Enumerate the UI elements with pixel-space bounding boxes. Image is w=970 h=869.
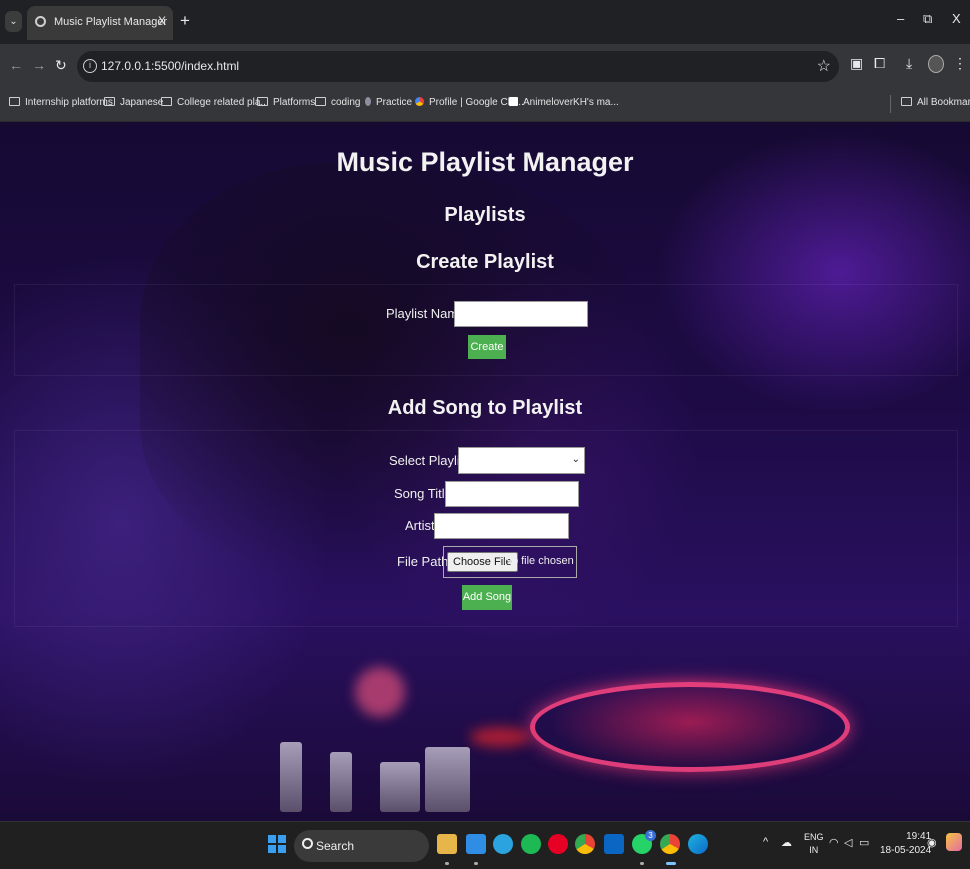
windows-start-icon[interactable] [268,835,286,853]
vscode-icon[interactable] [466,834,486,854]
file-path-input[interactable]: Choose File No file chosen [443,546,577,578]
back-arrow-icon[interactable]: ← [9,57,23,73]
profile-avatar[interactable] [928,55,944,73]
bookmark-star-icon[interactable]: ☆ [817,56,831,76]
create-button[interactable]: Create [468,335,506,359]
playlist-name-input[interactable] [454,301,588,327]
file-explorer-icon[interactable] [437,834,457,854]
tab-search-button[interactable]: ⌄ [5,11,22,32]
minimize-button[interactable]: – [897,11,904,26]
reload-icon[interactable]: ↻ [55,57,67,74]
taskbar-search-label: Search [316,839,355,853]
download-icon[interactable]: ⤓ [906,55,912,72]
bookmarks-divider [890,95,891,113]
url-text[interactable]: 127.0.0.1:5500/index.html [101,59,239,73]
page-content: Music Playlist Manager Playlists Create … [0,122,970,821]
chevron-up-icon[interactable]: ^ [763,836,768,848]
song-title-input[interactable] [445,481,579,507]
folder-icon [257,97,268,106]
globe-icon [35,16,46,27]
google-cloud-icon [415,97,424,106]
bookmark-item[interactable]: Japanese [104,97,163,108]
taskbar-search[interactable]: Search [294,830,429,862]
no-file-text: No file chosen [504,555,574,567]
volume-icon[interactable]: ◁ [844,836,852,849]
chevron-down-icon: ⌄ [571,454,580,465]
running-indicator [474,862,478,865]
wifi-icon[interactable]: ◠ [829,836,839,849]
bookmark-item[interactable]: Platforms [257,97,315,108]
menu-kebab-icon[interactable]: ⋮ [953,55,967,72]
new-tab-button[interactable]: + [180,11,190,31]
bookmark-item[interactable]: coding [315,97,360,108]
forward-arrow-icon[interactable]: → [32,57,46,73]
windows-taskbar: Search 3 ^ ☁ ENG IN ◠ ◁ ▭ 19:41 18-05-20… [0,821,970,869]
bookmark-item[interactable]: College related pla... [161,97,269,108]
clock[interactable]: 19:41 18-05-2024 [880,830,931,858]
tab-close-button[interactable]: X [158,14,166,28]
bookmarks-bar: Internship platforms Japanese College re… [0,88,970,122]
linkedin-icon[interactable] [604,834,624,854]
edge-icon[interactable] [688,834,708,854]
artist-input[interactable] [434,513,569,539]
battery-icon[interactable]: ▭ [859,836,869,849]
spotify-icon[interactable] [521,834,541,854]
create-playlist-section [14,284,958,376]
language-indicator[interactable]: ENG IN [804,831,824,857]
add-song-heading: Add Song to Playlist [387,397,583,419]
all-bookmarks[interactable]: All Bookmarks [901,97,970,108]
browser-tabstrip: ⌄ Music Playlist Manager X + – ⧉ X [0,0,970,44]
folder-icon [104,97,115,106]
folder-icon [161,97,172,106]
folder-icon [315,97,326,106]
tab-title: Music Playlist Manager [54,16,168,28]
bookmark-item[interactable]: Profile | Google Clo... [415,97,524,108]
bookmark-item[interactable]: Practice [365,97,412,108]
bell-icon[interactable]: ◉ [927,836,937,849]
a-site-icon [509,97,518,106]
chrome-active-icon[interactable] [660,834,680,854]
mic-icon [365,97,371,106]
close-window-button[interactable]: X [952,11,961,26]
running-indicator [640,862,644,865]
restore-button[interactable]: ⧉ [923,11,932,27]
page-title: Music Playlist Manager [336,147,634,177]
page-viewport: Music Playlist Manager Playlists Create … [0,122,970,821]
chrome-icon[interactable] [575,834,595,854]
bookmark-item[interactable]: AnimeloverKH's ma... [509,97,619,108]
address-bar[interactable]: i 127.0.0.1:5500/index.html ☆ [77,51,839,82]
folder-icon [901,97,912,106]
running-indicator [445,862,449,865]
notification-badge: 3 [645,830,656,841]
puzzle-icon[interactable]: ⧠ [874,55,885,72]
pinterest-icon[interactable] [548,834,568,854]
playlists-heading: Playlists [444,204,526,226]
extension-icon[interactable]: ▣ [850,55,863,72]
site-info-icon[interactable]: i [83,59,97,73]
add-song-button[interactable]: Add Song [462,585,512,610]
playlist-select[interactable]: ⌄ [458,447,585,474]
create-playlist-heading: Create Playlist [416,251,554,273]
telegram-icon[interactable] [493,834,513,854]
bookmark-item[interactable]: Internship platforms [9,97,113,108]
browser-tab[interactable]: Music Playlist Manager X [27,6,173,40]
copilot-icon[interactable] [946,833,962,851]
cloud-icon[interactable]: ☁ [781,836,792,849]
folder-icon [9,97,20,106]
active-indicator [666,862,676,865]
search-icon [302,838,313,849]
